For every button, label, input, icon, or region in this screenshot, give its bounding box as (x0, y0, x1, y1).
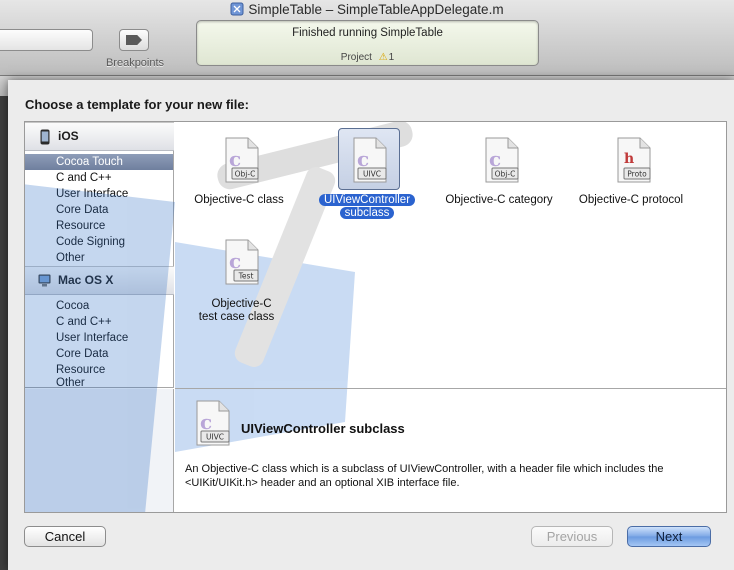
cancel-button[interactable]: Cancel (24, 526, 106, 547)
template-name: UIViewController subclass (303, 194, 431, 220)
next-button[interactable]: Next (627, 526, 711, 547)
window-title-text: SimpleTable – SimpleTableAppDelegate.m (248, 2, 504, 17)
svg-text:Obj-C: Obj-C (495, 170, 516, 179)
description-text: An Objective-C class which is a subclass… (185, 463, 664, 489)
project-file-icon (230, 2, 244, 16)
uivc-file-icon: c UIVC (353, 137, 387, 183)
test-file-icon: c Test (225, 239, 259, 285)
template-grid: c Obj-C Objective-C class c UIVC UIViewC… (175, 122, 726, 388)
new-file-sheet: Choose a template for your new file: iOS… (8, 80, 734, 570)
sidebar-item-resource-mac[interactable]: Resource (25, 362, 173, 378)
group-header-ios: iOS (25, 122, 174, 151)
breakpoints-label: Breakpoints (105, 57, 165, 69)
svg-text:UIVC: UIVC (206, 433, 224, 442)
svg-text:h: h (624, 151, 634, 167)
group-label-ios: iOS (58, 129, 79, 143)
template-objc-test-case[interactable]: c Test Objective-C test case class (175, 232, 303, 323)
group-header-macos: Mac OS X (25, 266, 174, 295)
warning-icon: ⚠ (378, 52, 388, 63)
activity-status: Finished running SimpleTable (292, 27, 443, 39)
warning-count: 1 (388, 52, 395, 63)
template-chooser: iOS Cocoa Touch C and C++ User Interface… (24, 121, 727, 513)
sidebar-item-user-interface-mac[interactable]: User Interface (25, 330, 173, 346)
group-label-macos: Mac OS X (58, 273, 114, 287)
objc-class-file-icon: c Obj-C (225, 137, 259, 183)
objc-category-file-icon: c Obj-C (485, 137, 519, 183)
svg-text:c: c (229, 147, 241, 171)
sidebar-item-c-cpp-ios[interactable]: C and C++ (25, 170, 173, 186)
protocol-file-icon: h Proto (617, 137, 651, 183)
breakpoints-button[interactable] (119, 29, 149, 51)
sidebar-footer-area (25, 389, 174, 512)
sidebar-item-c-cpp-mac[interactable]: C and C++ (25, 314, 173, 330)
sidebar-item-cocoa-touch[interactable]: Cocoa Touch (25, 154, 173, 170)
svg-text:c: c (489, 147, 501, 171)
window-toolbar: SimpleTable – SimpleTableAppDelegate.m B… (0, 0, 734, 76)
activity-project-row: Project ⚠1 (197, 52, 538, 63)
sidebar-item-other-ios[interactable]: Other (25, 250, 173, 266)
svg-text:c: c (200, 410, 212, 434)
mac-icon (38, 274, 51, 287)
description-title: UIViewController subclass (241, 421, 405, 436)
iphone-icon (40, 129, 50, 145)
svg-text:Proto: Proto (627, 170, 647, 179)
sidebar-item-core-data-ios[interactable]: Core Data (25, 202, 173, 218)
svg-text:c: c (357, 147, 369, 171)
sidebar-item-cocoa[interactable]: Cocoa (25, 298, 173, 314)
breakpoint-icon (126, 35, 142, 45)
previous-button[interactable]: Previous (531, 526, 613, 547)
activity-viewer[interactable]: Finished running SimpleTable Project ⚠1 (196, 20, 539, 66)
template-objc-protocol[interactable]: h Proto Objective-C protocol (567, 128, 695, 218)
svg-text:UIVC: UIVC (363, 170, 381, 179)
template-name: Objective-C class (194, 194, 284, 206)
sidebar-item-core-data-mac[interactable]: Core Data (25, 346, 173, 362)
template-category-sidebar: iOS Cocoa Touch C and C++ User Interface… (25, 122, 174, 389)
sidebar-item-resource-ios[interactable]: Resource (25, 218, 173, 234)
svg-text:c: c (229, 249, 241, 273)
template-name: Objective-C protocol (578, 194, 684, 206)
project-label: Project (340, 52, 372, 63)
svg-text:Test: Test (238, 272, 254, 281)
template-description: c UIVC UIViewController subclass An Obje… (175, 389, 726, 512)
template-uiviewcontroller-subclass[interactable]: c UIVC UIViewController subclass (303, 128, 431, 220)
template-objc-class[interactable]: c Obj-C Objective-C class (175, 128, 303, 218)
svg-text:Obj-C: Obj-C (235, 170, 256, 179)
window-title: SimpleTable – SimpleTableAppDelegate.m (0, 2, 734, 17)
sidebar-item-user-interface-ios[interactable]: User Interface (25, 186, 173, 202)
sidebar-item-other-mac[interactable]: Other (25, 377, 173, 389)
template-name: Objective-C category (445, 194, 553, 206)
scheme-selector[interactable] (0, 29, 93, 51)
template-objc-category[interactable]: c Obj-C Objective-C category (435, 128, 563, 218)
uivc-file-icon: c UIVC (196, 400, 230, 446)
sidebar-item-code-signing[interactable]: Code Signing (25, 234, 173, 250)
sheet-title: Choose a template for your new file: (25, 97, 249, 112)
template-name: Objective-C test case class (198, 298, 275, 323)
